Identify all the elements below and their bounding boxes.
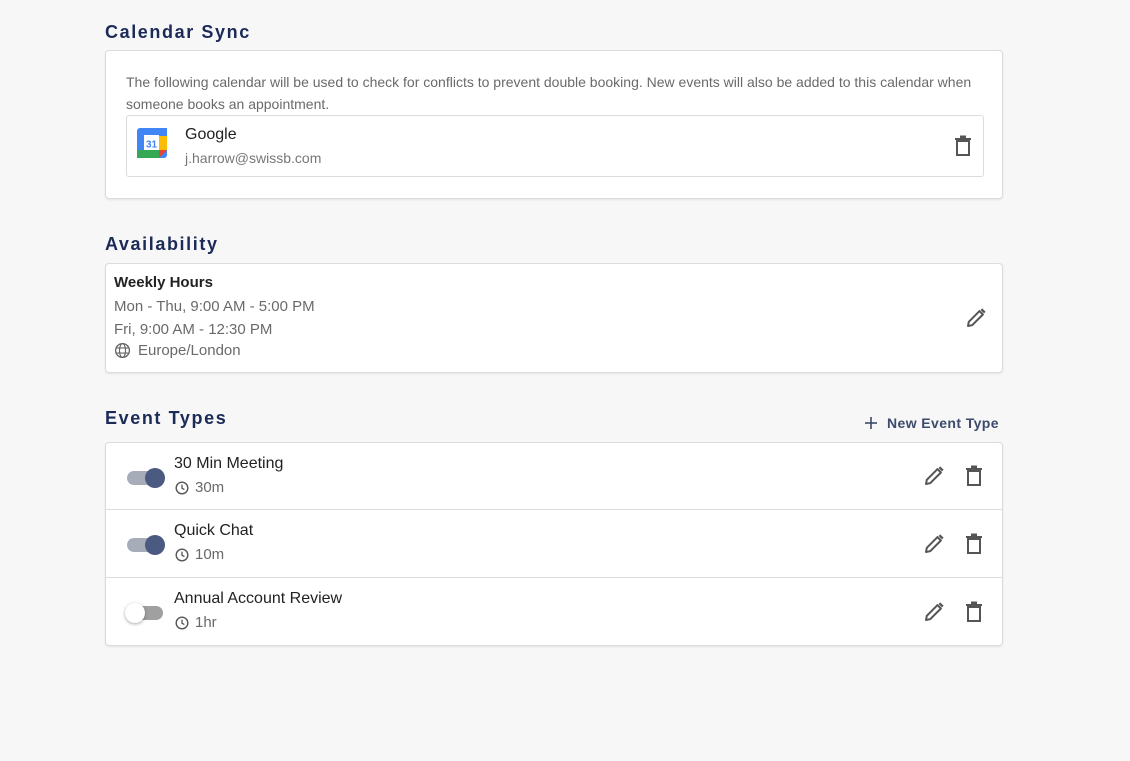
clock-icon [175, 547, 189, 562]
google-calendar-icon-day: 31 [146, 140, 158, 151]
edit-event-button[interactable] [922, 464, 946, 488]
event-duration-label: 30m [195, 479, 225, 496]
delete-event-button[interactable] [962, 464, 986, 488]
calendar-sync-description: The following calendar will be used to c… [126, 74, 972, 112]
toggle-knob [125, 603, 145, 623]
trash-icon [966, 533, 982, 554]
toggle-knob [145, 468, 165, 488]
pencil-icon [967, 308, 986, 327]
clock-icon [175, 480, 189, 495]
calendar-sync-card: The following calendar will be used to c… [105, 50, 1003, 199]
toggle-knob [145, 535, 165, 555]
edit-availability-button[interactable] [964, 306, 988, 330]
scheduling-settings-page: Calendar Sync The following calendar wil… [0, 0, 1130, 761]
google-calendar-icon: 31 [137, 128, 167, 158]
event-duration-label: 1hr [195, 614, 217, 631]
edit-event-button[interactable] [922, 600, 946, 624]
event-type-row: 30 Min Meeting 30m [106, 443, 1002, 510]
weekly-hours-heading: Weekly Hours [114, 274, 213, 291]
event-duration: 1hr [175, 614, 217, 631]
calendar-account-email: j.harrow@swissb.com [185, 150, 322, 166]
pencil-icon [925, 466, 944, 485]
event-type-row: Annual Account Review 1hr [106, 578, 1002, 645]
delete-event-button[interactable] [962, 532, 986, 556]
pencil-icon [925, 534, 944, 553]
event-duration-label: 10m [195, 546, 225, 563]
availability-title: Availability [105, 234, 219, 254]
event-type-row: Quick Chat 10m [106, 510, 1002, 578]
clock-icon [175, 615, 189, 630]
hours-line: Mon - Thu, 9:00 AM - 5:00 PM [114, 298, 315, 315]
plus-icon [865, 417, 877, 429]
remove-calendar-button[interactable] [951, 134, 975, 158]
trash-icon [966, 465, 982, 486]
trash-icon [966, 601, 982, 622]
new-event-type-label: New Event Type [887, 415, 999, 431]
edit-event-button[interactable] [922, 532, 946, 556]
globe-icon [114, 342, 131, 359]
event-enabled-toggle[interactable] [127, 465, 165, 489]
new-event-type-button[interactable]: New Event Type [864, 412, 999, 434]
event-types-card: 30 Min Meeting 30m Quick Chat 10m Annual… [105, 442, 1003, 646]
event-duration: 30m [175, 479, 224, 496]
timezone-label: Europe/London [138, 342, 241, 359]
event-type-name: Annual Account Review [174, 590, 343, 607]
event-enabled-toggle[interactable] [125, 600, 165, 624]
pencil-icon [925, 602, 944, 621]
event-type-name: 30 Min Meeting [174, 455, 284, 472]
timezone-row: Europe/London [114, 342, 241, 359]
event-enabled-toggle[interactable] [127, 532, 165, 556]
delete-event-button[interactable] [962, 600, 986, 624]
event-duration: 10m [175, 546, 224, 563]
connected-calendar-row: 31 Google j.harrow@swissb.com [126, 115, 984, 177]
calendar-provider-name: Google [185, 126, 237, 143]
calendar-sync-title: Calendar Sync [105, 22, 251, 42]
event-type-name: Quick Chat [174, 522, 254, 539]
trash-icon [955, 135, 971, 156]
availability-card: Weekly Hours Mon - Thu, 9:00 AM - 5:00 P… [105, 263, 1003, 373]
hours-line: Fri, 9:00 AM - 12:30 PM [114, 321, 273, 338]
event-types-title: Event Types [105, 408, 228, 428]
